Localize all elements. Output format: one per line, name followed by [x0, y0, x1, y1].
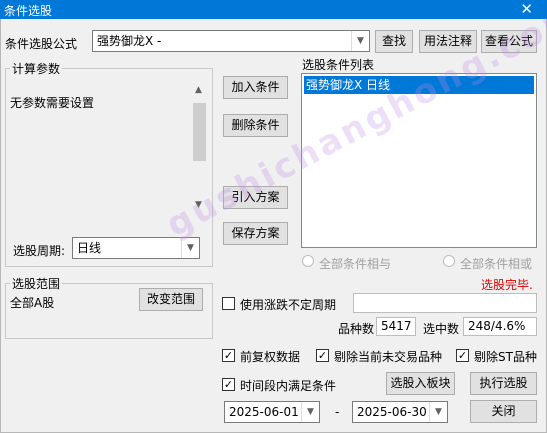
title-bar: 条件选股 ✕	[0, 0, 547, 19]
end-date-value: 2025-06-30	[357, 405, 427, 419]
execute-button[interactable]: 执行选股	[470, 372, 537, 395]
start-date-input[interactable]: 2025-06-01 ▼	[224, 401, 320, 423]
find-button[interactable]: 查找	[375, 30, 413, 53]
date-separator: -	[335, 405, 340, 419]
window-title: 条件选股	[4, 4, 53, 18]
variable-period-checkbox[interactable]	[222, 297, 235, 310]
variable-period-input[interactable]	[353, 293, 537, 313]
chevron-down-icon[interactable]: ▼	[181, 238, 199, 258]
and-radio[interactable]	[302, 255, 314, 267]
pre-adjusted-label: 前复权数据	[240, 350, 301, 364]
import-plan-button[interactable]: 引入方案	[223, 186, 288, 209]
period-select[interactable]: 日线 ▼	[72, 237, 200, 259]
add-condition-button[interactable]: 加入条件	[223, 76, 288, 99]
change-scope-button[interactable]: 改变范围	[139, 288, 203, 311]
params-scrollbar[interactable]: ▲ ▼	[191, 84, 208, 214]
chevron-down-icon[interactable]: ▼	[351, 31, 369, 51]
exclude-untraded-checkbox[interactable]: ✓	[316, 349, 329, 362]
close-button[interactable]: 关闭	[470, 400, 537, 423]
scroll-up-icon[interactable]: ▲	[195, 85, 202, 95]
scroll-down-icon[interactable]: ▼	[195, 200, 202, 210]
period-value: 日线	[77, 241, 102, 255]
scope-title: 选股范围	[10, 275, 63, 292]
period-label: 选股周期:	[13, 244, 66, 258]
status-text: 选股完毕.	[481, 278, 533, 292]
or-label: 全部条件相或	[460, 257, 533, 271]
start-date-value: 2025-06-01	[229, 405, 299, 419]
scroll-thumb[interactable]	[193, 103, 206, 161]
add-to-block-button[interactable]: 选股入板块	[386, 372, 455, 395]
formula-value: 强势御龙X -	[97, 34, 162, 48]
time-range-label: 时间段内满足条件	[240, 379, 337, 393]
exclude-untraded-label: 剔除当前未交易品种	[334, 350, 443, 364]
count-label: 品种数	[338, 322, 375, 336]
params-text: 无参数需要设置	[10, 96, 95, 110]
params-title: 计算参数	[10, 60, 63, 77]
view-formula-button[interactable]: 查看公式	[481, 30, 537, 53]
list-item[interactable]: 强势御龙X 日线	[304, 76, 534, 94]
scope-value: 全部A股	[10, 296, 55, 310]
formula-label: 条件选股公式	[5, 37, 78, 51]
count-value: 5417	[376, 317, 416, 336]
pre-adjusted-checkbox[interactable]: ✓	[222, 349, 235, 362]
time-range-checkbox[interactable]: ✓	[222, 378, 235, 391]
chevron-down-icon[interactable]: ▼	[301, 402, 319, 422]
hit-value: 248/4.6%	[463, 317, 537, 336]
chevron-down-icon[interactable]: ▼	[429, 402, 447, 422]
formula-select[interactable]: 强势御龙X - ▼	[92, 30, 370, 52]
condition-list[interactable]: 强势御龙X 日线	[301, 73, 537, 248]
save-plan-button[interactable]: 保存方案	[223, 222, 288, 245]
exclude-st-label: 剔除ST品种	[474, 350, 537, 364]
condition-list-title: 选股条件列表	[302, 58, 375, 72]
end-date-input[interactable]: 2025-06-30 ▼	[352, 401, 448, 423]
hit-label: 选中数	[423, 322, 460, 336]
and-label: 全部条件相与	[319, 257, 392, 271]
close-icon[interactable]: ✕	[520, 0, 533, 18]
exclude-st-checkbox[interactable]: ✓	[456, 349, 469, 362]
variable-period-label: 使用涨跌不定周期	[240, 298, 337, 312]
usage-notes-button[interactable]: 用法注释	[419, 30, 477, 53]
delete-condition-button[interactable]: 删除条件	[223, 114, 288, 137]
or-radio[interactable]	[443, 255, 455, 267]
